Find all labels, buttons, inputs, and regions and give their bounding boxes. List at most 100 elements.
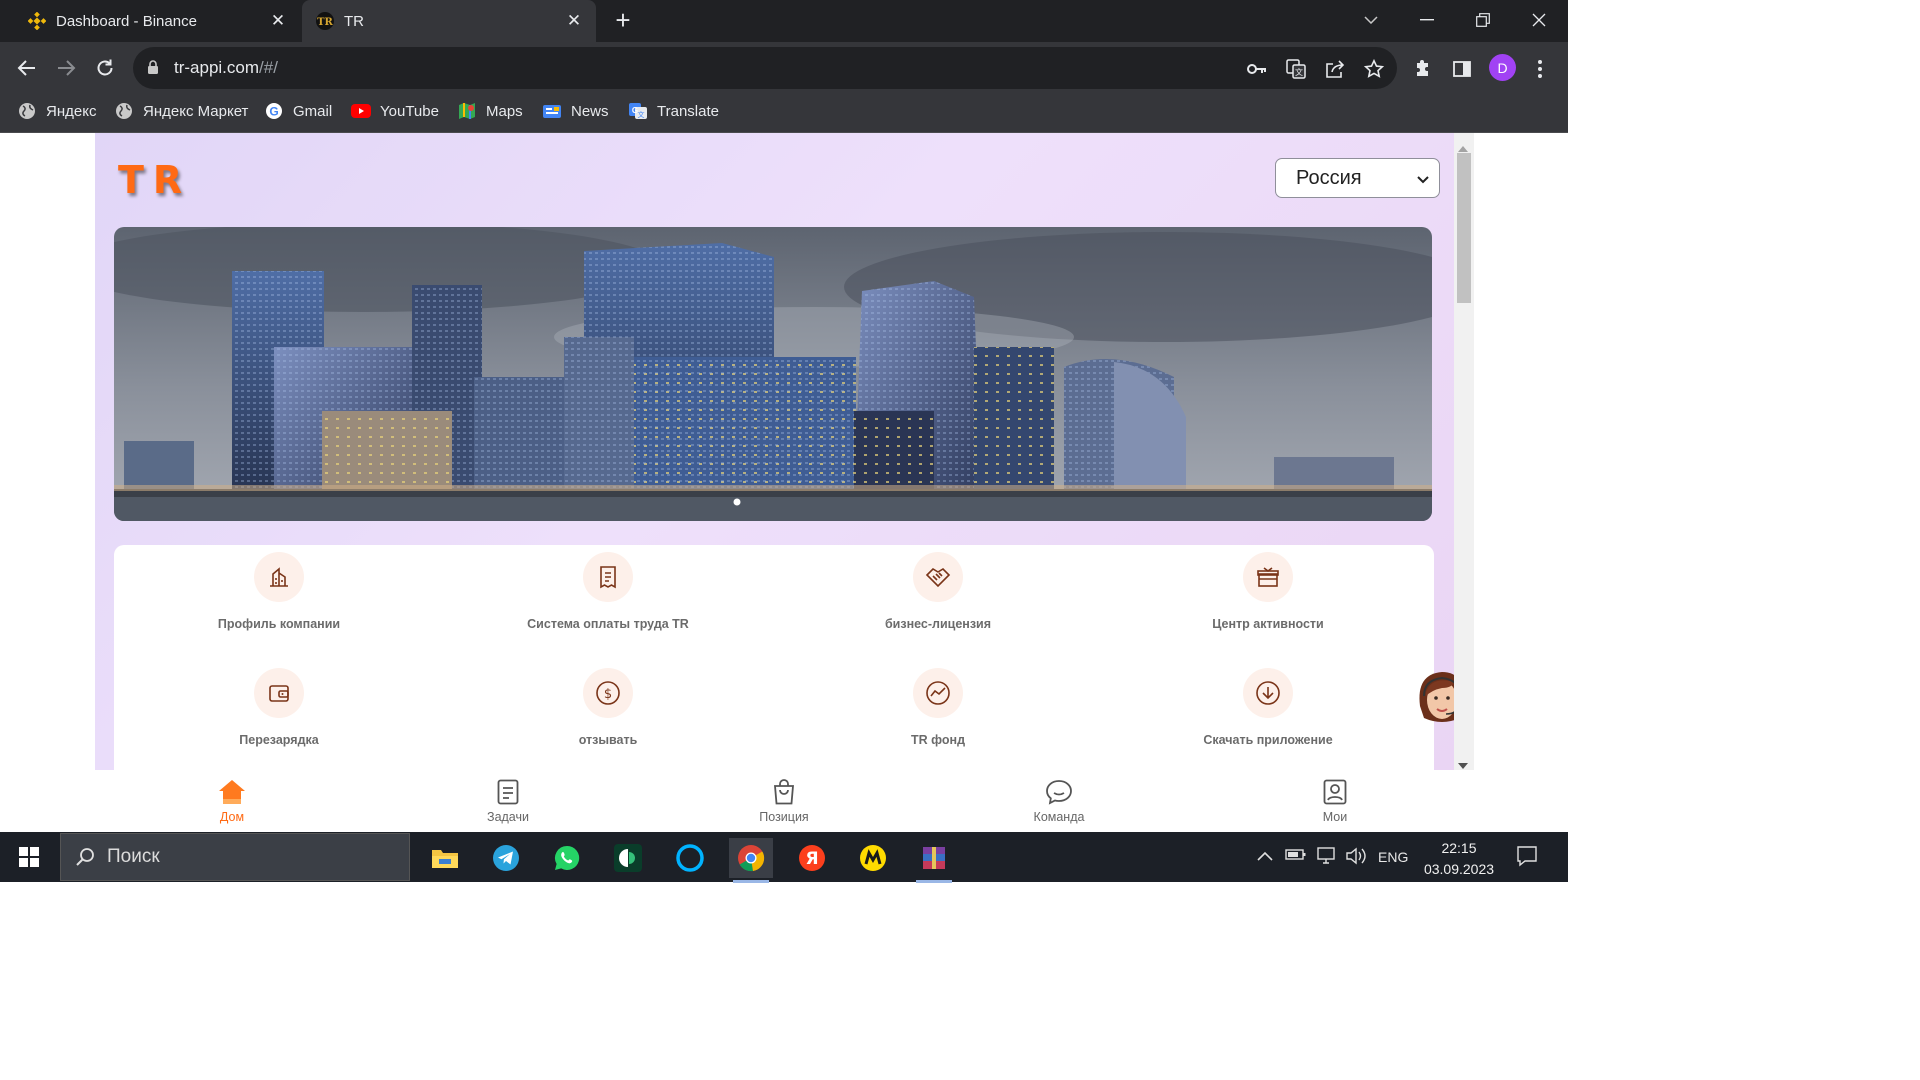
service-label: Система оплаты труда TR [527,617,689,631]
restore-button[interactable] [1457,0,1509,40]
tab-tr[interactable]: TR TR ✕ [302,0,596,42]
bag-icon [724,778,844,806]
chevron-down-icon [1417,167,1429,190]
country-select-value: Россия [1296,166,1362,189]
nav-label: Дом [219,810,245,824]
service-tr-fund[interactable]: TR фонд [828,668,1048,747]
url-text[interactable]: tr-appi.com/#/ [174,57,278,79]
lock-icon[interactable] [147,60,161,76]
network-icon[interactable] [1315,847,1337,870]
minimize-button[interactable] [1401,0,1453,40]
profile-initial: D [1497,59,1508,76]
profile-avatar[interactable]: D [1489,54,1516,81]
telegram-icon[interactable] [484,838,528,878]
service-company-profile[interactable]: Профиль компании [169,552,389,631]
taskbar-search[interactable]: Поиск [60,833,410,881]
language-indicator[interactable]: ENG [1378,849,1408,865]
bookmark-yandex-market[interactable]: Яндекс Маркет [114,100,248,122]
yandex-market-icon[interactable] [851,838,895,878]
news-icon [542,101,562,121]
yandex-browser-icon[interactable]: Я [790,838,834,878]
bookmark-maps[interactable]: Maps [457,100,523,122]
address-bar[interactable] [133,47,1397,89]
country-select[interactable]: Россия [1275,158,1440,198]
close-tab-icon[interactable]: ✕ [268,11,288,31]
svg-text:TR: TR [317,17,333,28]
clock-time: 22:15 [1441,840,1477,856]
svg-text:G: G [269,105,278,119]
tab-title: Dashboard - Binance [56,12,197,30]
globe-icon [17,101,37,121]
tray-chevron-up-icon[interactable] [1257,848,1273,866]
side-panel-icon[interactable] [1451,58,1473,80]
translate-page-icon[interactable]: 文 [1285,58,1307,80]
youtube-icon [351,101,371,121]
hero-banner-carousel[interactable] [114,227,1432,521]
svg-text:文: 文 [1295,67,1303,77]
bookmark-yandex[interactable]: Яндекс [17,100,96,122]
service-activity-center[interactable]: Центр активности [1158,552,1378,631]
share-icon[interactable] [1324,58,1346,80]
reload-button[interactable] [91,54,119,82]
bookmark-translate[interactable]: G文 Translate [628,100,719,122]
start-button[interactable] [0,832,58,882]
search-icon [75,847,95,867]
bookmark-label: YouTube [380,102,439,120]
forward-button[interactable] [52,54,80,82]
close-tab-icon[interactable]: ✕ [564,11,584,31]
scroll-up-arrow-icon[interactable] [1458,139,1468,157]
winrar-icon[interactable] [912,838,956,883]
volume-icon[interactable] [1345,847,1367,870]
windows-logo-icon [19,847,39,867]
bookmark-star-icon[interactable] [1363,58,1385,80]
taskbar-clock[interactable]: 22:15 03.09.2023 [1416,838,1502,880]
nav-label: Мои [1322,810,1348,824]
globe-icon [114,101,134,121]
battery-icon[interactable] [1285,847,1307,866]
bookmark-news[interactable]: News [542,100,609,122]
back-button[interactable] [13,54,41,82]
handshake-icon [913,552,963,602]
new-tab-button[interactable]: + [610,7,636,34]
service-label: TR фонд [910,733,966,747]
service-recharge[interactable]: Перезарядка [169,668,389,747]
bookmark-gmail[interactable]: G Gmail [264,100,332,122]
alice-assistant-icon[interactable] [668,838,712,878]
dollar-icon: $ [583,668,633,718]
chrome-icon[interactable] [729,838,773,883]
close-window-button[interactable] [1513,0,1565,40]
trend-icon [913,668,963,718]
clock-date: 03.09.2023 [1423,861,1495,877]
whatsapp-icon[interactable] [545,838,589,878]
greenfield-app-icon[interactable] [606,838,650,878]
menu-dots-icon[interactable] [1529,58,1551,80]
nav-team[interactable]: Команда [999,778,1119,824]
tab-search-chevron-icon[interactable] [1345,0,1397,40]
bookmark-label: Maps [486,102,523,120]
carousel-dot-active[interactable] [733,498,741,506]
search-placeholder: Поиск [107,846,160,867]
bookmark-label: Яндекс Маркет [143,102,249,120]
notifications-icon[interactable] [1516,845,1538,872]
download-icon [1243,668,1293,718]
service-label: Центр активности [1212,617,1324,631]
scrollbar-thumb[interactable] [1457,153,1471,303]
service-label: бизнес-лицензия [884,617,992,631]
service-download-app[interactable]: Скачать приложение [1158,668,1378,747]
nav-home[interactable]: Дом [172,778,292,824]
nav-tasks[interactable]: Задачи [448,778,568,824]
file-explorer-icon[interactable] [423,838,467,878]
nav-position[interactable]: Позиция [724,778,844,824]
site-logo[interactable]: TR [118,158,191,202]
key-icon[interactable] [1246,58,1268,80]
bookmark-youtube[interactable]: YouTube [351,100,439,122]
service-withdraw[interactable]: $ отзывать [498,668,718,747]
tab-binance[interactable]: Dashboard - Binance ✕ [14,0,300,42]
service-business-license[interactable]: бизнес-лицензия [828,552,1048,631]
bookmark-label: News [571,102,609,120]
service-payroll-system[interactable]: Система оплаты труда TR [498,552,718,631]
city-skyline-image [114,227,1432,521]
nav-profile[interactable]: Мои [1275,778,1395,824]
extensions-icon[interactable] [1412,58,1434,80]
chat-icon [999,778,1119,806]
